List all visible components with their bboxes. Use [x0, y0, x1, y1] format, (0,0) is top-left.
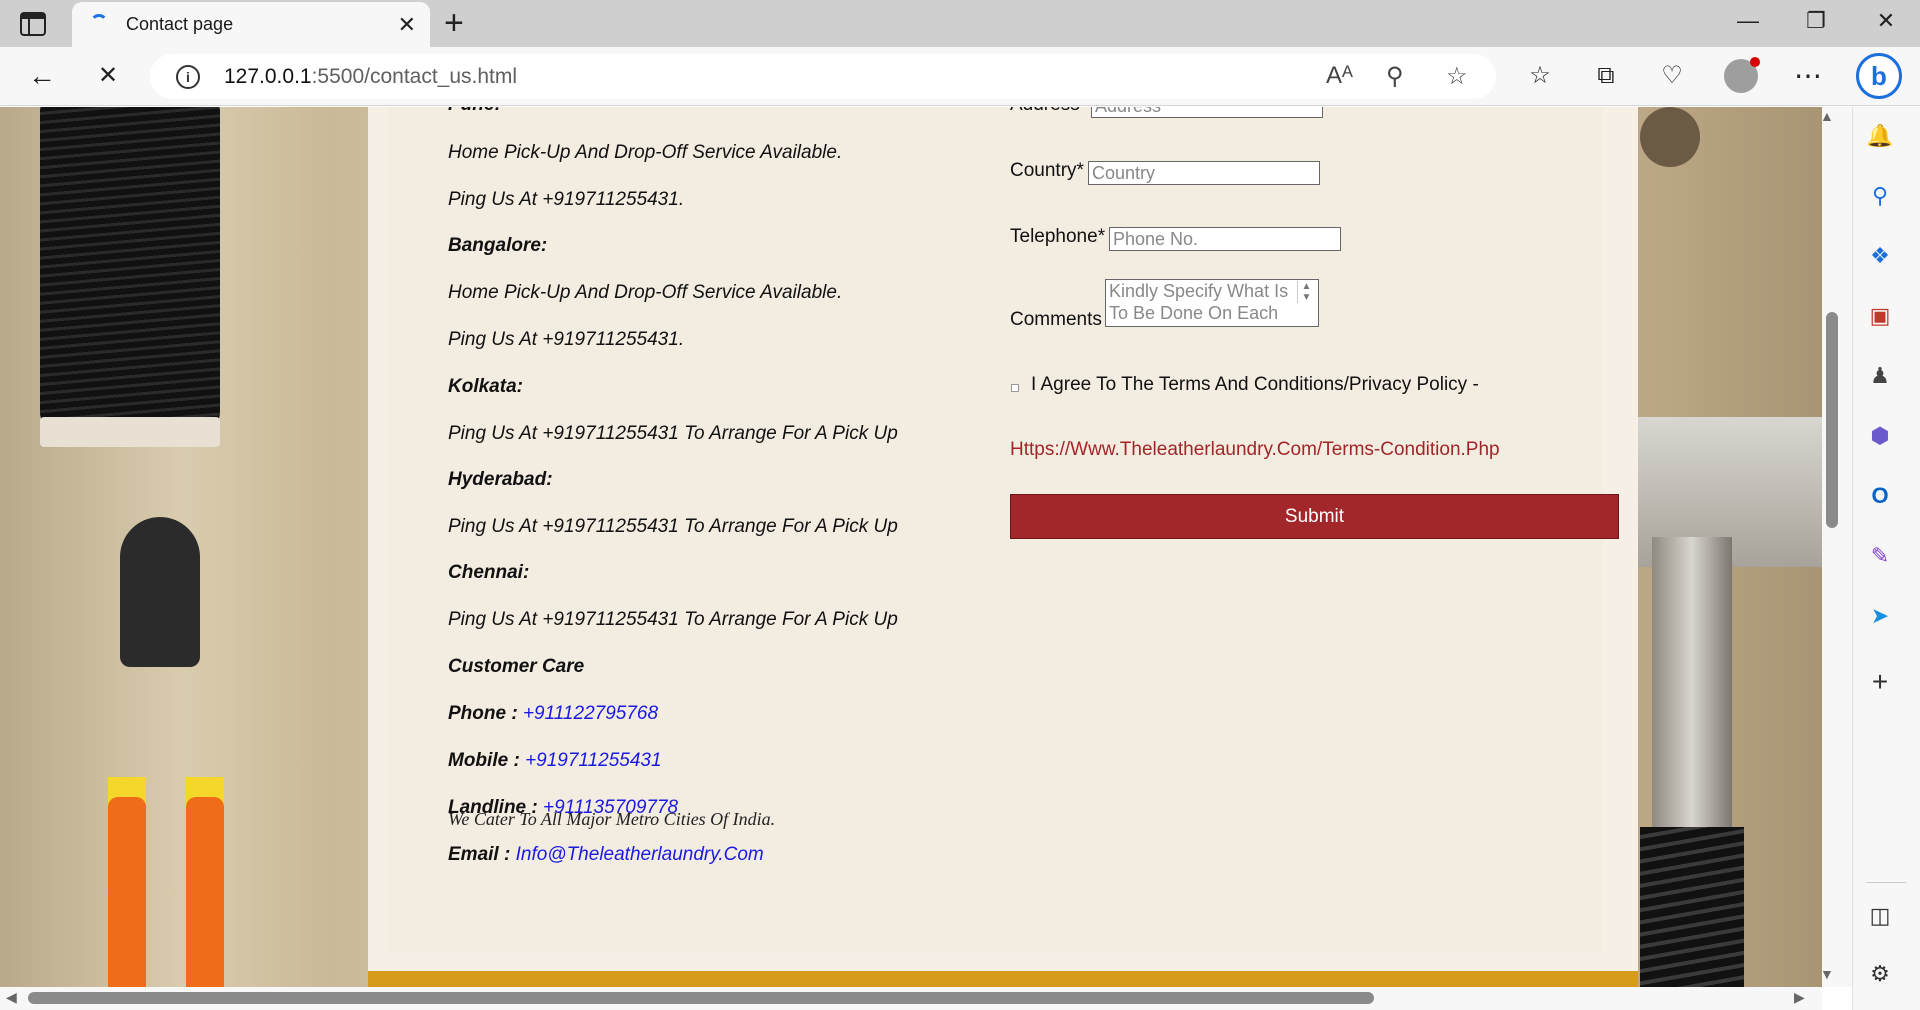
city-pune-label: Pune: [448, 107, 501, 116]
phone-row: Phone : +911122795768 [448, 703, 658, 725]
page-viewport: Pune: Home Pick-Up And Drop-Off Service … [0, 107, 1822, 987]
add-sidebar-app-icon[interactable]: + [1862, 664, 1898, 700]
content-panel [368, 107, 1638, 971]
background-plier-handle [108, 797, 146, 987]
restore-button[interactable]: ❐ [1796, 8, 1836, 34]
scroll-down-arrow-icon[interactable]: ▼ [1820, 966, 1834, 982]
comments-label: Comments [1010, 309, 1102, 330]
email-label: Email : [448, 844, 511, 865]
country-input[interactable] [1088, 161, 1320, 185]
chennai-ping-text: Ping Us At +919711255431 To Arrange For … [448, 609, 898, 630]
city-chennai-label: Chennai: [448, 562, 530, 583]
vertical-scroll-thumb[interactable] [1826, 312, 1838, 528]
bangalore-ping-text: Ping Us At +919711255431. [448, 329, 685, 350]
favorites-icon[interactable]: ☆ [1520, 59, 1560, 93]
back-arrow-icon[interactable]: ← [22, 59, 62, 93]
read-aloud-icon[interactable]: Aᴬ [1326, 62, 1353, 90]
tab-bar: Contact page ✕ + — ❐ ✕ [0, 0, 1920, 47]
horizontal-scroll-thumb[interactable] [28, 992, 1374, 1004]
tab-close-icon[interactable]: ✕ [398, 12, 416, 38]
outlook-icon[interactable]: O [1862, 478, 1898, 514]
tab-actions-icon[interactable] [20, 12, 46, 36]
city-kolkata-label: Kolkata: [448, 376, 523, 397]
bell-icon[interactable]: 🔔 [1862, 118, 1898, 154]
browser-toolbar: ← ✕ i 127.0.0.1:5500/contact_us.html Aᴬ … [0, 47, 1920, 106]
profile-notification-dot [1750, 57, 1760, 67]
shopping-tag-icon[interactable]: ❖ [1862, 238, 1898, 274]
vertical-scrollbar[interactable] [1822, 107, 1852, 987]
games-icon[interactable]: ♟ [1862, 358, 1898, 394]
scroll-up-arrow-icon[interactable]: ▲ [1820, 108, 1834, 124]
site-info-icon[interactable]: i [176, 65, 200, 89]
url-text[interactable]: 127.0.0.1:5500/contact_us.html [224, 65, 517, 89]
city-bangalore-label: Bangalore: [448, 235, 548, 256]
tab-title: Contact page [126, 14, 234, 34]
settings-gear-icon[interactable]: ⚙ [1862, 956, 1898, 992]
mobile-row: Mobile : +919711255431 [448, 750, 662, 772]
background-wire-coil [40, 107, 220, 427]
background-plier-head [120, 517, 200, 667]
submit-button[interactable]: Submit [1010, 494, 1619, 539]
phone-label: Phone : [448, 703, 518, 724]
background-decoration [1640, 107, 1700, 167]
send-icon[interactable]: ➤ [1862, 598, 1898, 634]
tagline-text: We Cater To All Major Metro Cities Of In… [448, 809, 776, 829]
tab-contact-page[interactable]: Contact page ✕ [72, 2, 430, 47]
bing-copilot-icon[interactable]: b [1856, 53, 1902, 99]
background-plier-handle [186, 797, 224, 987]
minimize-button[interactable]: — [1728, 8, 1768, 34]
telephone-input[interactable] [1109, 227, 1341, 251]
telephone-label: Telephone* [1010, 226, 1106, 247]
more-options-icon[interactable]: ⋯ [1788, 59, 1828, 93]
address-label: Address* [1010, 107, 1087, 116]
collections-icon[interactable]: ⧉ [1586, 59, 1626, 93]
background-coil-base [40, 417, 220, 447]
scroll-left-arrow-icon[interactable]: ◀ [6, 989, 17, 1006]
comments-textarea[interactable] [1105, 279, 1319, 327]
zoom-out-icon[interactable]: ⚲ [1386, 62, 1404, 91]
mobile-link[interactable]: +919711255431 [525, 750, 662, 771]
stop-loading-icon[interactable]: ✕ [88, 59, 128, 93]
textarea-scroll-arrows-icon[interactable]: ▲ ▼ [1297, 281, 1315, 303]
designer-icon[interactable]: ✎ [1862, 538, 1898, 574]
search-icon[interactable]: ⚲ [1862, 178, 1898, 214]
mobile-label: Mobile : [448, 750, 520, 771]
kolkata-ping-text: Ping Us At +919711255431 To Arrange For … [448, 423, 898, 444]
address-input[interactable] [1091, 107, 1323, 118]
agree-checkbox[interactable] [1011, 384, 1019, 392]
split-view-icon[interactable]: ◫ [1862, 898, 1898, 934]
address-bar[interactable]: i 127.0.0.1:5500/contact_us.html Aᴬ ⚲ ☆ [150, 54, 1496, 99]
scroll-right-arrow-icon[interactable]: ▶ [1794, 989, 1805, 1006]
terms-link[interactable]: Https://Www.Theleatherlaundry.Com/Terms-… [1010, 439, 1500, 461]
email-row: Email : Info@Theleatherlaundry.Com [448, 844, 764, 866]
email-link[interactable]: Info@Theleatherlaundry.Com [516, 844, 764, 865]
loading-spinner-icon [90, 14, 108, 32]
phone-link[interactable]: +911122795768 [523, 703, 658, 724]
hyderabad-ping-text: Ping Us At +919711255431 To Arrange For … [448, 516, 898, 537]
customer-care-heading: Customer Care [448, 656, 585, 677]
footer-strip [368, 971, 1638, 987]
tools-briefcase-icon[interactable]: ▣ [1862, 298, 1898, 334]
bangalore-service-text: Home Pick-Up And Drop-Off Service Availa… [448, 282, 843, 303]
background-hammer-grip [1640, 827, 1744, 987]
city-hyderabad-label: Hyderabad: [448, 469, 553, 490]
close-window-button[interactable]: ✕ [1866, 8, 1906, 34]
sidebar-divider [1866, 882, 1906, 883]
new-tab-button[interactable]: + [444, 4, 464, 43]
agree-text: I Agree To The Terms And Conditions/Priv… [1031, 374, 1479, 395]
country-label: Country* [1010, 160, 1084, 181]
pune-service-text: Home Pick-Up And Drop-Off Service Availa… [448, 142, 843, 163]
favorite-star-icon[interactable]: ☆ [1446, 62, 1468, 91]
browser-essentials-icon[interactable]: ♡ [1652, 59, 1692, 93]
office-icon[interactable]: ⬢ [1862, 418, 1898, 454]
pune-ping-text: Ping Us At +919711255431. [448, 189, 685, 210]
